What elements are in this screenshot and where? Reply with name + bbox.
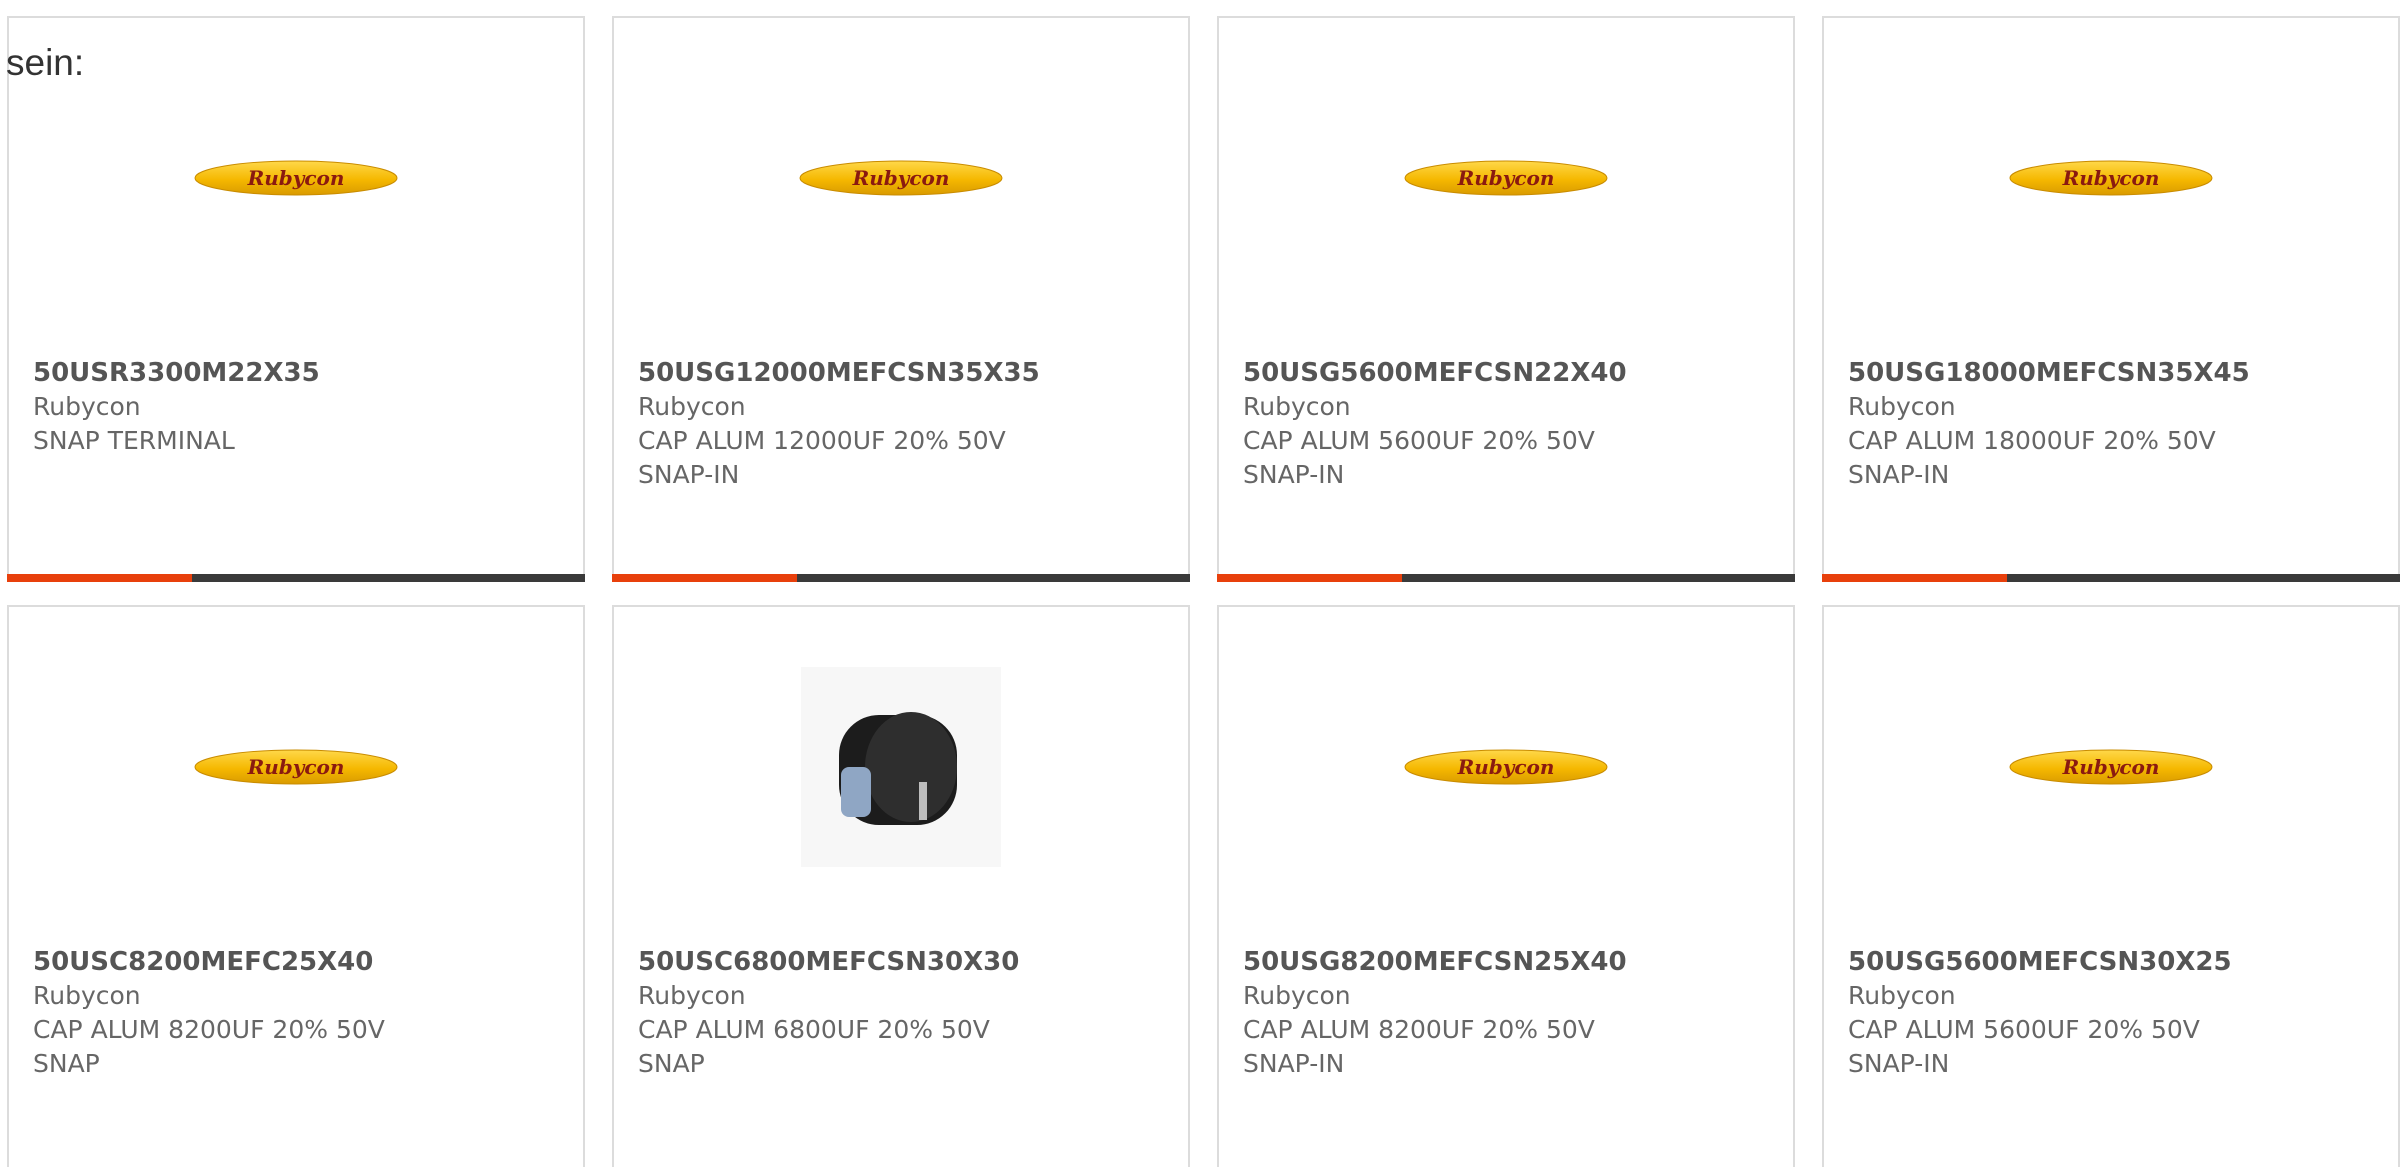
progress-bar	[1217, 574, 1795, 582]
product-card[interactable]: 50USC6800MEFCSN30X30 Rubycon CAP ALUM 68…	[612, 605, 1190, 1167]
part-number-link[interactable]: 50USC8200MEFC25X40	[33, 945, 563, 979]
manufacturer-name: Rubycon	[1243, 981, 1351, 1010]
product-grid-page: sein: Rubycon 50USR3300M22X35 Rubycon SN…	[0, 0, 2400, 1167]
product-info: 50USG8200MEFCSN25X40 Rubycon CAP ALUM 82…	[1243, 945, 1773, 1081]
logo-text: Rubycon	[852, 166, 950, 190]
product-card[interactable]: Rubycon 50USG18000MEFCSN35X45 Rubycon CA…	[1822, 16, 2400, 582]
rubycon-logo: Rubycon	[1404, 160, 1608, 196]
progress-bar	[612, 574, 1190, 582]
product-description-line1: CAP ALUM 18000UF 20% 50V	[1848, 426, 2216, 455]
product-description-line1: CAP ALUM 12000UF 20% 50V	[638, 426, 1006, 455]
product-card[interactable]: Rubycon 50USC8200MEFC25X40 Rubycon CAP A…	[7, 605, 585, 1167]
progress-bar-fill	[1822, 574, 2007, 582]
rubycon-logo: Rubycon	[799, 160, 1003, 196]
part-number-link[interactable]: 50USG18000MEFCSN35X45	[1848, 356, 2378, 390]
product-image-area: Rubycon	[1219, 78, 1793, 278]
product-description-line2: SNAP	[638, 1049, 705, 1078]
capacitor-top	[865, 712, 957, 822]
capacitor-photo	[801, 667, 1001, 867]
progress-bar	[7, 574, 585, 582]
part-number-link[interactable]: 50USG5600MEFCSN22X40	[1243, 356, 1773, 390]
part-number-link[interactable]: 50USC6800MEFCSN30X30	[638, 945, 1168, 979]
rubycon-logo: Rubycon	[2009, 160, 2213, 196]
product-description-line1: CAP ALUM 5600UF 20% 50V	[1243, 426, 1595, 455]
product-image-area: Rubycon	[9, 78, 583, 278]
product-info: 50USC6800MEFCSN30X30 Rubycon CAP ALUM 68…	[638, 945, 1168, 1081]
product-description-line1: CAP ALUM 6800UF 20% 50V	[638, 1015, 990, 1044]
product-image-area: Rubycon	[9, 667, 583, 867]
manufacturer-name: Rubycon	[1243, 392, 1351, 421]
part-number-link[interactable]: 50USG5600MEFCSN30X25	[1848, 945, 2378, 979]
manufacturer-name: Rubycon	[638, 981, 746, 1010]
product-image-area: Rubycon	[1824, 667, 2398, 867]
product-info: 50USG12000MEFCSN35X35 Rubycon CAP ALUM 1…	[638, 356, 1168, 492]
product-description-line2: SNAP-IN	[1243, 460, 1345, 489]
capacitor-pin	[919, 782, 927, 820]
part-number-link[interactable]: 50USR3300M22X35	[33, 356, 563, 390]
intro-text: sein:	[6, 42, 85, 83]
product-image-area: Rubycon	[1219, 667, 1793, 867]
progress-bar-fill	[7, 574, 192, 582]
product-description-line1: CAP ALUM 8200UF 20% 50V	[33, 1015, 385, 1044]
product-info: 50USR3300M22X35 Rubycon SNAP TERMINAL	[33, 356, 563, 458]
capacitor-stripe	[841, 767, 871, 817]
progress-bar-fill	[1217, 574, 1402, 582]
product-description-line1: SNAP TERMINAL	[33, 426, 235, 455]
rubycon-logo: Rubycon	[2009, 749, 2213, 785]
product-card[interactable]: Rubycon 50USG8200MEFCSN25X40 Rubycon CAP…	[1217, 605, 1795, 1167]
product-card[interactable]: Rubycon 50USR3300M22X35 Rubycon SNAP TER…	[7, 16, 585, 582]
product-description-line2: SNAP-IN	[638, 460, 740, 489]
product-card[interactable]: Rubycon 50USG12000MEFCSN35X35 Rubycon CA…	[612, 16, 1190, 582]
product-description-line2: SNAP-IN	[1243, 1049, 1345, 1078]
manufacturer-name: Rubycon	[33, 392, 141, 421]
logo-text: Rubycon	[247, 755, 345, 779]
rubycon-logo: Rubycon	[194, 160, 398, 196]
product-description-line2: SNAP-IN	[1848, 1049, 1950, 1078]
product-info: 50USG18000MEFCSN35X45 Rubycon CAP ALUM 1…	[1848, 356, 2378, 492]
logo-text: Rubycon	[2062, 755, 2160, 779]
product-description-line2: SNAP-IN	[1848, 460, 1950, 489]
part-number-link[interactable]: 50USG12000MEFCSN35X35	[638, 356, 1168, 390]
product-card[interactable]: Rubycon 50USG5600MEFCSN22X40 Rubycon CAP…	[1217, 16, 1795, 582]
product-info: 50USG5600MEFCSN22X40 Rubycon CAP ALUM 56…	[1243, 356, 1773, 492]
progress-bar	[1822, 574, 2400, 582]
logo-text: Rubycon	[247, 166, 345, 190]
manufacturer-name: Rubycon	[1848, 981, 1956, 1010]
product-card[interactable]: Rubycon 50USG5600MEFCSN30X25 Rubycon CAP…	[1822, 605, 2400, 1167]
rubycon-logo: Rubycon	[194, 749, 398, 785]
product-info: 50USC8200MEFC25X40 Rubycon CAP ALUM 8200…	[33, 945, 563, 1081]
product-description-line1: CAP ALUM 8200UF 20% 50V	[1243, 1015, 1595, 1044]
product-description-line1: CAP ALUM 5600UF 20% 50V	[1848, 1015, 2200, 1044]
product-description-line2: SNAP	[33, 1049, 100, 1078]
manufacturer-name: Rubycon	[33, 981, 141, 1010]
rubycon-logo: Rubycon	[1404, 749, 1608, 785]
logo-text: Rubycon	[2062, 166, 2160, 190]
logo-text: Rubycon	[1457, 166, 1555, 190]
product-grid: Rubycon 50USR3300M22X35 Rubycon SNAP TER…	[7, 16, 2400, 1167]
progress-bar-fill	[612, 574, 797, 582]
manufacturer-name: Rubycon	[638, 392, 746, 421]
logo-text: Rubycon	[1457, 755, 1555, 779]
product-image-area	[614, 667, 1188, 867]
part-number-link[interactable]: 50USG8200MEFCSN25X40	[1243, 945, 1773, 979]
product-image-area: Rubycon	[614, 78, 1188, 278]
product-info: 50USG5600MEFCSN30X25 Rubycon CAP ALUM 56…	[1848, 945, 2378, 1081]
manufacturer-name: Rubycon	[1848, 392, 1956, 421]
product-image-area: Rubycon	[1824, 78, 2398, 278]
